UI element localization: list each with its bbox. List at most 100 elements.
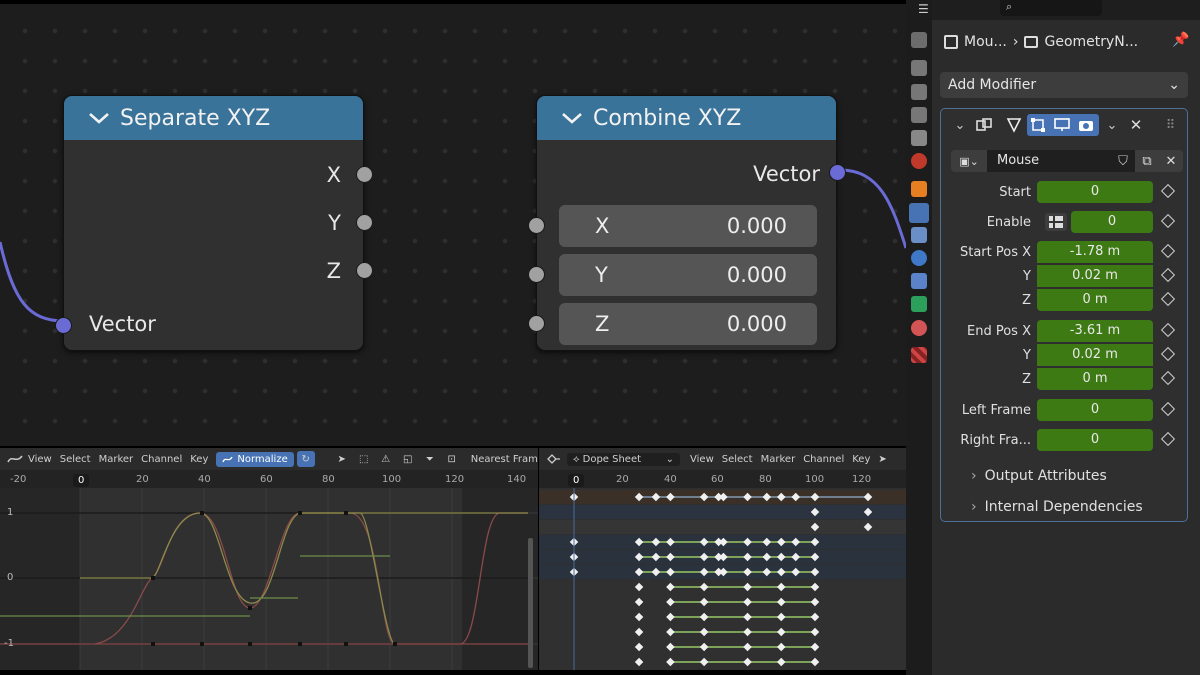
menu-marker[interactable]: Marker xyxy=(99,454,134,465)
keyframe-diamond-icon[interactable] xyxy=(1160,370,1176,386)
param-field[interactable]: -3.61 m xyxy=(1037,320,1153,342)
render-camera-icon[interactable] xyxy=(1075,114,1097,136)
separate-xyz-node[interactable]: Separate XYZ X Y Z Vector xyxy=(55,95,373,351)
graph-ruler[interactable]: -20 0 20 40 60 80 100 120 140 xyxy=(0,470,538,488)
cursor-icon[interactable]: ➤ xyxy=(333,451,351,467)
input-field-y[interactable]: Y 0.000 xyxy=(559,254,817,296)
box-select-icon[interactable]: ⬚ xyxy=(355,451,373,467)
viewport-icon[interactable] xyxy=(1051,114,1073,136)
world-tab-icon[interactable] xyxy=(911,153,927,169)
menu-view[interactable]: View xyxy=(28,454,52,465)
param-field[interactable]: -1.78 m xyxy=(1037,241,1153,263)
duplicate-icon[interactable]: ⧉ xyxy=(1135,150,1159,172)
input-field-x[interactable]: X 0.000 xyxy=(559,205,817,247)
chevron-down-icon[interactable] xyxy=(88,111,110,125)
warning-icon[interactable]: ⚠ xyxy=(377,451,395,467)
particles-tab-icon[interactable] xyxy=(911,227,927,243)
on-cage-icon[interactable] xyxy=(1003,114,1025,136)
input-socket-y[interactable] xyxy=(528,266,545,283)
breadcrumb-object[interactable]: Mou... xyxy=(964,34,1007,50)
input-socket-vector[interactable] xyxy=(55,317,72,334)
keyframe-diamond-icon[interactable] xyxy=(1160,291,1176,307)
view-icon[interactable]: ◱ xyxy=(399,451,417,467)
drag-handle-icon[interactable]: ⠿ xyxy=(1159,114,1181,136)
search-input[interactable]: ⌕ xyxy=(1000,0,1102,16)
unlink-icon[interactable]: ✕ xyxy=(1159,150,1183,172)
current-frame-indicator[interactable]: 0 xyxy=(568,474,585,487)
dope-ruler[interactable]: 0 20 40 60 80 100 120 xyxy=(539,470,906,488)
data-tab-icon[interactable] xyxy=(911,296,927,312)
editor-type-icon[interactable]: ☰ xyxy=(918,2,929,16)
auto-normalize-icon[interactable]: ↻ xyxy=(296,451,315,467)
menu-channel[interactable]: Channel xyxy=(803,454,844,465)
input-socket-z[interactable] xyxy=(528,315,545,332)
param-field[interactable]: 0 xyxy=(1037,181,1153,203)
filter-icon[interactable]: ⏷ xyxy=(421,451,439,467)
keyframe-diamond-icon[interactable] xyxy=(1160,183,1176,199)
keyframe-diamond-icon[interactable] xyxy=(1160,213,1176,229)
scene-tab-icon[interactable] xyxy=(911,130,927,146)
render-tab-icon[interactable] xyxy=(911,60,927,76)
keyframe-diamond-icon[interactable] xyxy=(1160,322,1176,338)
mode-dropdown[interactable]: ⟡ Dope Sheet ⌄ xyxy=(567,452,681,466)
menu-marker[interactable]: Marker xyxy=(761,454,796,465)
snap-dropdown[interactable]: Nearest Fram xyxy=(471,454,538,465)
close-icon[interactable]: ✕ xyxy=(1125,114,1147,136)
output-tab-icon[interactable] xyxy=(911,84,927,100)
cursor-icon[interactable]: ➤ xyxy=(878,454,886,465)
editor-type-icon[interactable] xyxy=(6,451,24,467)
keyframe-diamond-icon[interactable] xyxy=(1160,267,1176,283)
param-field[interactable]: 0 xyxy=(1037,399,1153,421)
object-tab-icon[interactable] xyxy=(911,181,927,197)
input-field-z[interactable]: Z 0.000 xyxy=(559,303,817,345)
texture-tab-icon[interactable] xyxy=(911,347,927,363)
current-frame-indicator[interactable]: 0 xyxy=(73,474,90,487)
param-field[interactable]: 0 xyxy=(1071,211,1153,233)
dope-sheet-editor[interactable]: ⟡ Dope Sheet ⌄ View Select Marker Channe… xyxy=(539,448,906,670)
input-socket-x[interactable] xyxy=(528,217,545,234)
menu-select[interactable]: Select xyxy=(60,454,91,465)
separate-xyz-header[interactable]: Separate XYZ xyxy=(64,96,363,140)
param-field[interactable]: 0 m xyxy=(1037,368,1153,390)
graph-curve-area[interactable]: 1 0 -1 xyxy=(0,488,538,670)
output-socket-x[interactable] xyxy=(356,166,373,183)
attribute-toggle-icon[interactable] xyxy=(1045,213,1067,231)
keyframe-diamond-icon[interactable] xyxy=(1160,346,1176,362)
pin-icon[interactable]: 📌 xyxy=(1172,32,1189,48)
collapse-chevron-icon[interactable]: ⌄ xyxy=(949,114,971,136)
tool-tab-icon[interactable] xyxy=(911,32,927,48)
combine-xyz-node[interactable]: Combine XYZ Vector X 0.000 Y 0.000 Z 0.0… xyxy=(528,95,846,351)
output-socket-y[interactable] xyxy=(356,214,373,231)
keyframe-diamond-icon[interactable] xyxy=(1160,431,1176,447)
dope-keyframe-area[interactable] xyxy=(539,488,906,670)
subpanel-output-attributes[interactable]: › Output Attributes xyxy=(971,468,1107,484)
menu-key[interactable]: Key xyxy=(852,454,870,465)
graph-editor[interactable]: View Select Marker Channel Key Normalize… xyxy=(0,448,538,670)
constraints-tab-icon[interactable] xyxy=(911,273,927,289)
menu-channel[interactable]: Channel xyxy=(141,454,182,465)
modifier-tab-icon[interactable] xyxy=(909,203,929,223)
chevron-down-icon[interactable] xyxy=(561,111,583,125)
physics-tab-icon[interactable] xyxy=(911,250,927,266)
menu-select[interactable]: Select xyxy=(722,454,753,465)
material-tab-icon[interactable] xyxy=(911,320,927,336)
param-field[interactable]: 0.02 m xyxy=(1037,265,1153,287)
menu-key[interactable]: Key xyxy=(190,454,208,465)
view-layer-tab-icon[interactable] xyxy=(911,107,927,123)
combine-xyz-header[interactable]: Combine XYZ xyxy=(537,96,836,140)
param-field[interactable]: 0 xyxy=(1037,429,1153,451)
breadcrumb-modifier[interactable]: GeometryN... xyxy=(1044,34,1138,50)
node-group-browse-icon[interactable]: ▣⌄ xyxy=(951,150,987,172)
normalize-toggle[interactable]: Normalize xyxy=(216,451,294,467)
output-socket-vector[interactable] xyxy=(829,164,846,181)
fake-user-shield-icon[interactable]: ⛉ xyxy=(1111,150,1135,172)
keyframe-diamond-icon[interactable] xyxy=(1160,401,1176,417)
chevron-down-icon[interactable]: ⌄ xyxy=(1101,114,1123,136)
node-group-name[interactable]: Mouse xyxy=(987,150,1111,172)
menu-view[interactable]: View xyxy=(690,454,714,465)
pivot-icon[interactable]: ⊡ xyxy=(443,451,461,467)
keyframe-diamond-icon[interactable] xyxy=(1160,243,1176,259)
subpanel-internal-dependencies[interactable]: › Internal Dependencies xyxy=(971,499,1143,515)
add-modifier-dropdown[interactable]: Add Modifier ⌄ xyxy=(940,72,1188,98)
editor-type-icon[interactable] xyxy=(545,451,563,467)
